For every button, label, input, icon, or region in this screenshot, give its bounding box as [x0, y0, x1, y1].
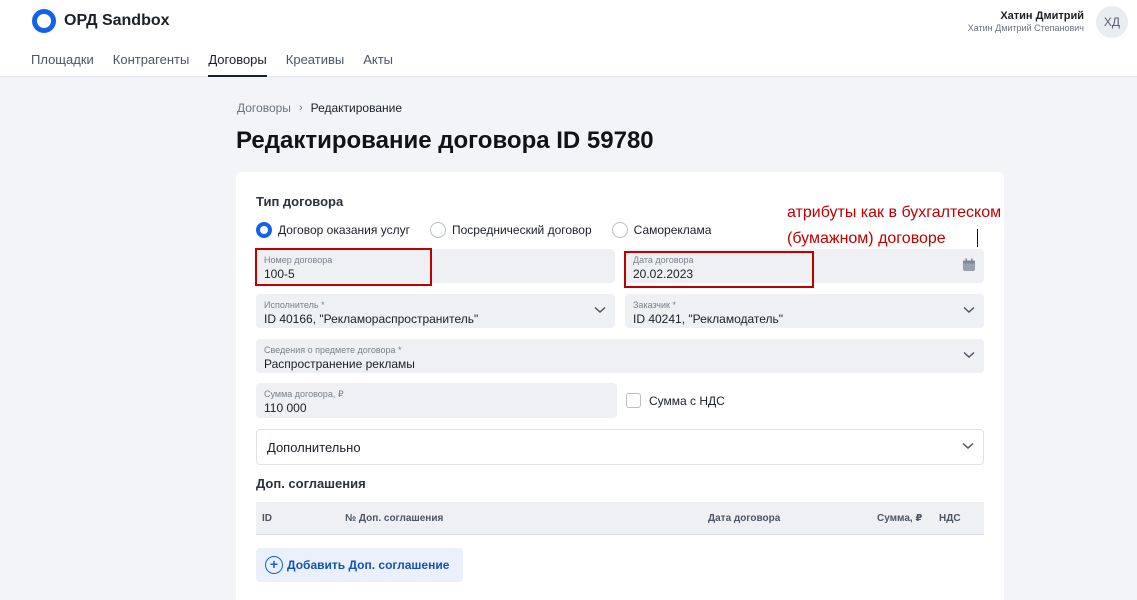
nav-item-acts[interactable]: Акты [363, 52, 393, 77]
radio-checked-icon [256, 222, 272, 238]
add-supplement-button[interactable]: + Добавить Доп. соглашение [256, 548, 463, 582]
field-value: ID 40166, "Рекламораспространитель" [264, 312, 479, 326]
column-header-date[interactable]: Дата договора [708, 513, 780, 524]
accordion-label: Дополнительно [267, 440, 361, 455]
radio-service-contract[interactable]: Договор оказания услуг [256, 222, 410, 238]
nav-item-creatives[interactable]: Креативы [286, 52, 344, 77]
top-bar: ОРД Sandbox Площадки Контрагенты Договор… [0, 0, 1137, 77]
radio-label: Посреднический договор [451, 223, 592, 237]
nav-item-counterparties[interactable]: Контрагенты [113, 52, 190, 77]
chevron-down-icon [962, 442, 974, 450]
contract-type-radio-group: Договор оказания услуг Посреднический до… [256, 222, 731, 238]
page-title: Редактирование договора ID 59780 [236, 127, 654, 154]
executor-select[interactable]: Исполнитель * ID 40166, "Рекламораспрост… [256, 294, 615, 328]
user-name: Хатин Дмитрий [1000, 10, 1084, 22]
column-header-number[interactable]: № Доп. соглашения [345, 513, 443, 524]
field-label: Сведения о предмете договора * [264, 345, 402, 355]
add-supplement-label: Добавить Доп. соглашение [287, 558, 450, 572]
chevron-down-icon [963, 351, 975, 359]
text-cursor [977, 229, 978, 247]
field-value: 110 000 [264, 401, 307, 415]
breadcrumb-current: Редактирование [310, 101, 403, 115]
breadcrumb-contracts-link[interactable]: Договоры [237, 101, 291, 115]
radio-intermediary-contract[interactable]: Посреднический договор [429, 222, 592, 238]
chevron-right-icon: › [298, 102, 303, 114]
supplements-title: Доп. соглашения [256, 476, 366, 491]
radio-self-advertising[interactable]: Самореклама [611, 222, 712, 238]
field-label: Заказчик * [633, 300, 676, 310]
nav-item-platforms[interactable]: Площадки [31, 52, 94, 77]
logo-ring-icon [32, 9, 56, 33]
user-info[interactable]: Хатин Дмитрий Хатин Дмитрий Степанович [968, 10, 1084, 33]
radio-label: Договор оказания услуг [278, 223, 410, 237]
checkbox-unchecked-icon [626, 393, 641, 408]
supplements-table-header: ID № Доп. соглашения Дата договора Сумма… [256, 502, 984, 535]
amount-field[interactable]: Сумма договора, ₽ 110 000 [256, 383, 617, 418]
breadcrumb: Договоры › Редактирование [237, 101, 402, 115]
annotation-line: атрибуты как в бухгалтеском [787, 204, 1002, 221]
calendar-icon[interactable] [962, 258, 976, 272]
annotation-box-date [624, 251, 814, 288]
annotation-box-number [255, 248, 432, 286]
contract-type-label: Тип договора [256, 194, 344, 209]
field-label: Сумма договора, ₽ [264, 389, 344, 399]
vat-checkbox[interactable]: Сумма с НДС [626, 393, 725, 408]
plus-circle-icon: + [265, 556, 283, 574]
column-header-id[interactable]: ID [262, 513, 272, 524]
radio-unchecked-icon [429, 222, 446, 238]
radio-label: Самореклама [633, 223, 712, 237]
app-title: ОРД Sandbox [64, 12, 170, 29]
logo[interactable]: ОРД Sandbox [32, 9, 170, 33]
customer-select[interactable]: Заказчик * ID 40241, "Рекламодатель" [625, 294, 984, 328]
field-value: ID 40241, "Рекламодатель" [633, 312, 784, 326]
field-value: Распространение рекламы [264, 357, 415, 371]
vat-checkbox-label: Сумма с НДС [649, 393, 725, 408]
field-label: Исполнитель * [264, 300, 325, 310]
chevron-down-icon [594, 306, 606, 314]
main-nav: Площадки Контрагенты Договоры Креативы А… [31, 52, 412, 77]
column-header-amount[interactable]: Сумма, ₽ [877, 513, 922, 524]
annotation-line: (бумажном) договоре [787, 230, 946, 247]
user-full-name: Хатин Дмитрий Степанович [967, 23, 1084, 33]
radio-unchecked-icon [611, 222, 628, 238]
chevron-down-icon [963, 306, 975, 314]
nav-item-contracts[interactable]: Договоры [208, 52, 267, 77]
annotation-note: атрибуты как в бухгалтеском (бумажном) д… [787, 200, 1087, 252]
column-header-vat[interactable]: НДС [939, 513, 961, 524]
subject-select[interactable]: Сведения о предмете договора * Распростр… [256, 339, 984, 373]
additional-accordion[interactable]: Дополнительно [256, 429, 984, 465]
avatar[interactable]: ХД [1096, 6, 1128, 38]
